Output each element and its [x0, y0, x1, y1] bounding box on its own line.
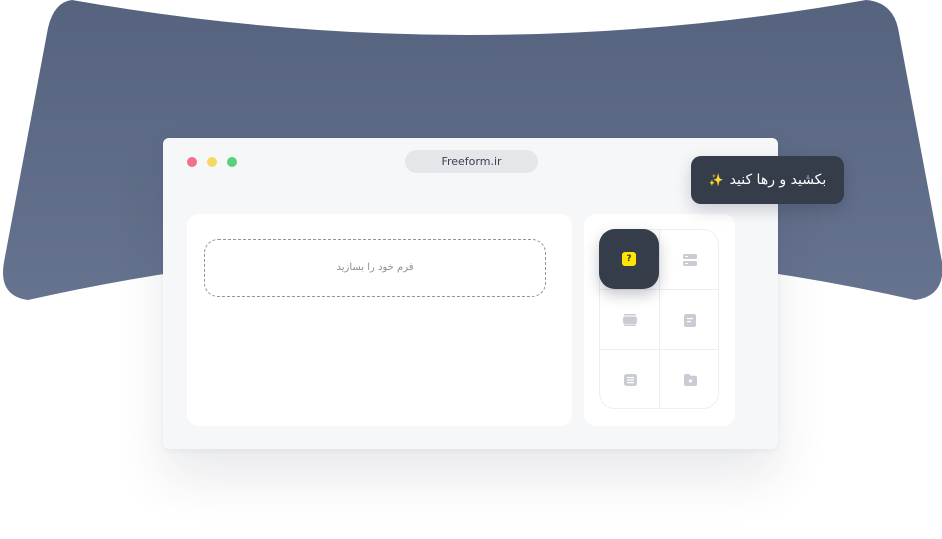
question-icon: ?	[622, 252, 636, 266]
palette-item-list-rows[interactable]	[660, 230, 720, 290]
folder-icon	[683, 374, 697, 386]
tooltip-label: بکشید و رها کنید	[729, 172, 827, 188]
close-dot-icon[interactable]	[187, 157, 197, 167]
maximize-dot-icon[interactable]	[227, 157, 237, 167]
text-lines-icon	[623, 374, 637, 386]
address-bar[interactable]: Freeform.ir	[405, 150, 538, 173]
palette-item-text-lines[interactable]	[600, 350, 660, 410]
palette-grid: ?	[599, 229, 719, 409]
drag-drop-tooltip: بکشید و رها کنید ✨	[691, 156, 844, 204]
palette-item-folder[interactable]	[660, 350, 720, 410]
form-dropzone[interactable]: فرم خود را بسازید	[204, 239, 546, 297]
browser-window: Freeform.ir فرم خود را بسازید ?	[163, 138, 778, 449]
sparkles-icon: ✨	[708, 173, 724, 187]
palette-item-question[interactable]: ?	[599, 229, 659, 289]
field-palette: ?	[584, 214, 735, 426]
minimize-dot-icon[interactable]	[207, 157, 217, 167]
document-icon	[684, 313, 696, 327]
palette-item-document[interactable]	[660, 290, 720, 350]
palette-item-card[interactable]	[600, 290, 660, 350]
card-icon	[623, 314, 637, 326]
form-canvas[interactable]: فرم خود را بسازید	[187, 214, 572, 426]
list-rows-icon	[683, 254, 697, 266]
